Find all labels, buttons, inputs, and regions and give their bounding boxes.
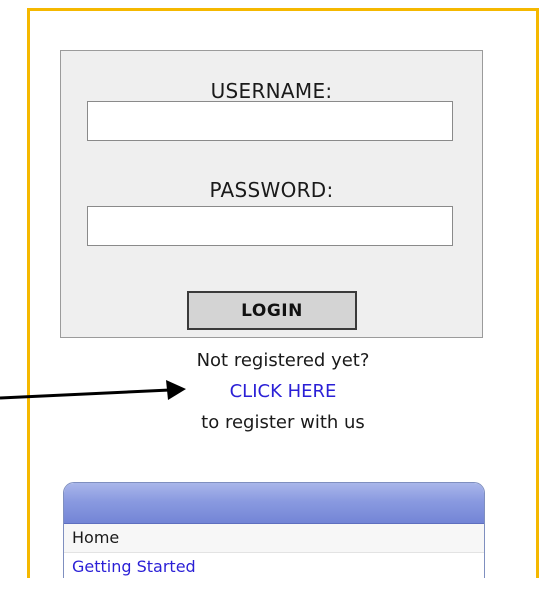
page-frame: USERNAME: PASSWORD: LOGIN Not registered…	[27, 8, 539, 578]
password-input[interactable]	[87, 206, 453, 246]
menu-item-getting-started[interactable]: Getting Started	[64, 553, 484, 578]
navigation-menu: Home Getting Started	[63, 482, 485, 578]
menu-item-home[interactable]: Home	[64, 524, 484, 553]
login-button[interactable]: LOGIN	[187, 291, 357, 330]
username-label: USERNAME:	[210, 79, 333, 103]
login-panel: USERNAME: PASSWORD: LOGIN	[60, 50, 483, 338]
not-registered-text: Not registered yet?	[196, 350, 370, 371]
register-instruction-text: to register with us	[201, 412, 365, 433]
username-input[interactable]	[87, 101, 453, 141]
arrow-pointer-icon	[0, 380, 186, 400]
password-label: PASSWORD:	[209, 178, 334, 202]
menu-header	[64, 483, 484, 524]
